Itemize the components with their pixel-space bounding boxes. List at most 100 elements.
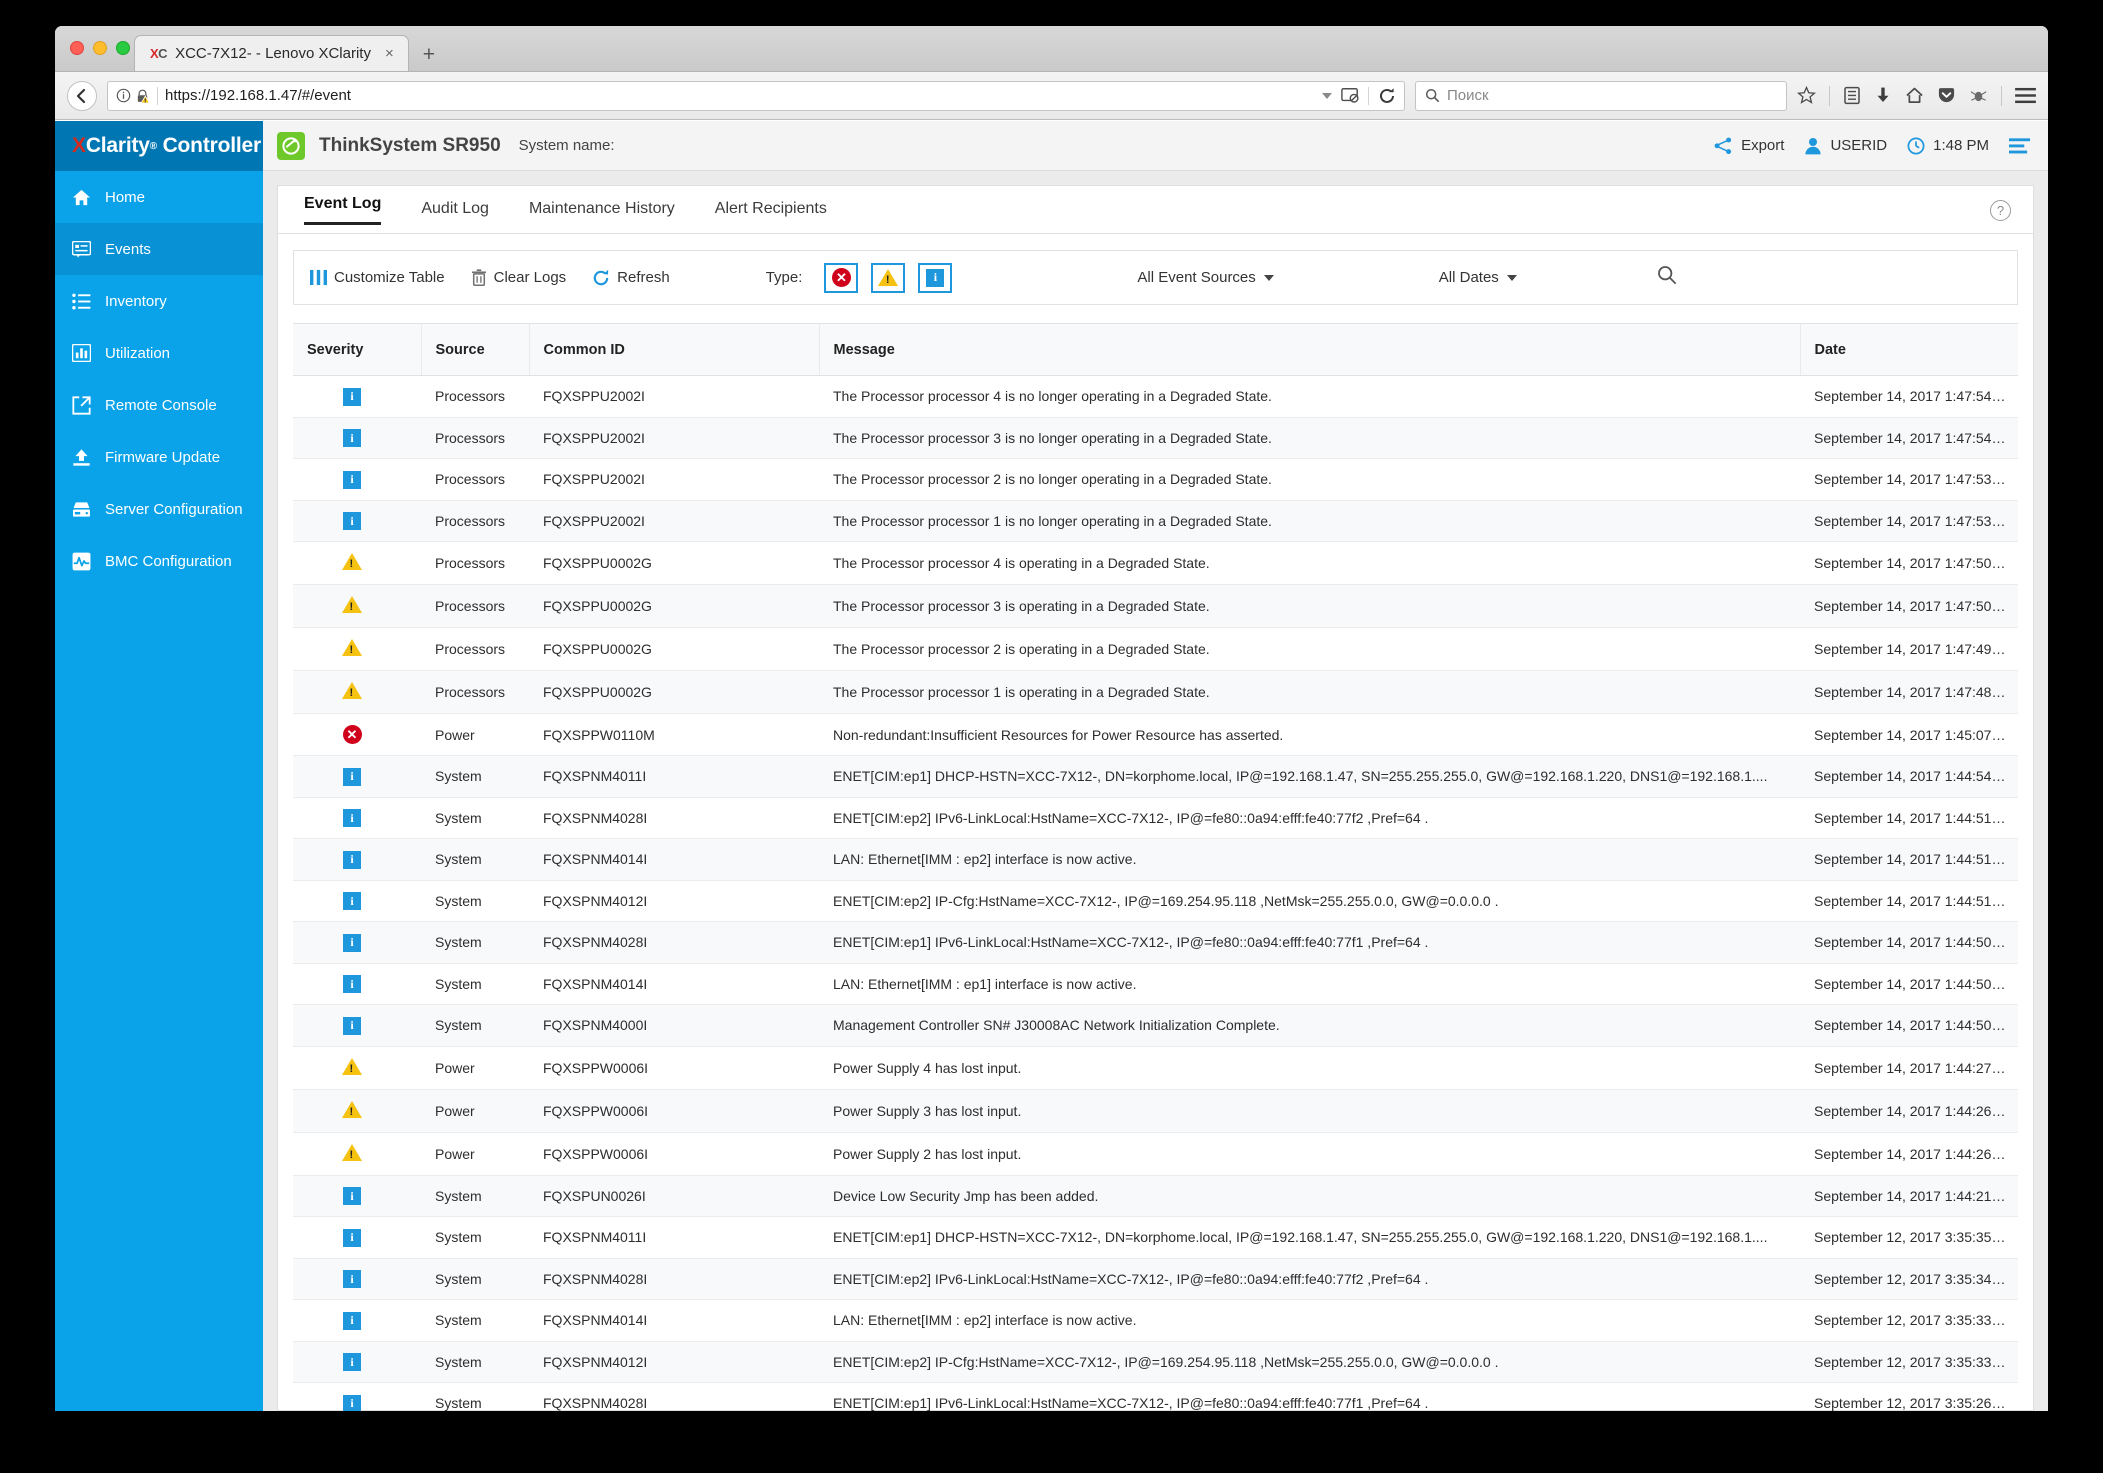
- site-identity[interactable]: [116, 88, 150, 104]
- cell-severity: i: [293, 458, 421, 501]
- tab-maintenance-history[interactable]: Maintenance History: [529, 200, 675, 220]
- table-row[interactable]: i System FQXSPNM4000I Management Controller…: [293, 1004, 2018, 1047]
- browser-search-field[interactable]: Поиск: [1415, 80, 1787, 111]
- table-row[interactable]: i System FQXSPNM4028I ENET[CIM:ep2] IPv6-Li…: [293, 1258, 2018, 1300]
- pocket-icon[interactable]: [1937, 86, 1956, 105]
- cell-source: Processors: [421, 584, 529, 628]
- table-row[interactable]: i Processors FQXSPPU2002I The Processor pro…: [293, 458, 2018, 501]
- browser-tab-title: XCC-7X12- - Lenovo XClarity: [175, 45, 371, 62]
- filter-info-button[interactable]: i: [918, 262, 953, 293]
- library-icon[interactable]: [1843, 86, 1861, 105]
- table-row[interactable]: i System FQXSPNM4014I LAN: Ethernet[IMM : e…: [293, 1299, 2018, 1342]
- table-row[interactable]: PowerFQXSPPW0006IPower Supply 3 has lost…: [293, 1089, 2018, 1133]
- event-sources-dropdown[interactable]: All Event Sources: [1137, 269, 1274, 286]
- table-row[interactable]: i Processors FQXSPPU2002I The Processor pro…: [293, 500, 2018, 542]
- filter-warning-button[interactable]: [871, 262, 906, 293]
- table-row[interactable]: i System FQXSPNM4012I ENET[CIM:ep2] IP-Cfg:…: [293, 880, 2018, 922]
- table-row[interactable]: i System FQXSPNM4011I ENET[CIM:ep1] DHCP-HS…: [293, 1216, 2018, 1259]
- download-icon[interactable]: [1874, 86, 1892, 105]
- cell-source: System: [421, 1216, 529, 1259]
- refresh-label: Refresh: [617, 269, 670, 286]
- column-header-source[interactable]: Source: [421, 323, 530, 376]
- sidebar-item-events[interactable]: Events: [55, 223, 263, 275]
- minimize-window-button[interactable]: [93, 41, 107, 55]
- clear-logs-button[interactable]: Clear Logs: [471, 269, 566, 286]
- debug-bug-icon[interactable]: [1969, 87, 1988, 104]
- cell-source: System: [421, 1258, 529, 1300]
- table-row[interactable]: i System FQXSPNM4028I ENET[CIM:ep1] IPv6-Li…: [293, 921, 2018, 964]
- column-header-message[interactable]: Message: [819, 323, 1801, 376]
- column-header-severity[interactable]: Severity: [293, 323, 422, 376]
- table-row[interactable]: ProcessorsFQXSPPU0002GThe Processor proc…: [293, 627, 2018, 671]
- info-icon: i: [343, 1228, 361, 1247]
- table-row[interactable]: i System FQXSPNM4014I LAN: Ethernet[IMM : e…: [293, 963, 2018, 1005]
- table-row[interactable]: ProcessorsFQXSPPU0002GThe Processor proc…: [293, 541, 2018, 585]
- table-row[interactable]: i System FQXSPNM4011I ENET[CIM:ep1] DHCP-HS…: [293, 755, 2018, 798]
- column-header-date[interactable]: Date: [1800, 323, 2018, 376]
- inventory-icon: [72, 292, 91, 311]
- customize-table-button[interactable]: Customize Table: [310, 269, 445, 286]
- help-icon[interactable]: ?: [1990, 200, 2011, 221]
- cell-message: The Processor processor 4 is no longer o…: [819, 375, 1800, 418]
- close-icon[interactable]: ×: [385, 45, 394, 62]
- sidebar-item-bmc-configuration[interactable]: BMC Configuration: [55, 535, 263, 587]
- tab-event-log[interactable]: Event Log: [304, 195, 382, 225]
- table-row[interactable]: i System FQXSPNM4012I ENET[CIM:ep2] IP-Cfg:…: [293, 1341, 2018, 1383]
- sidebar-item-inventory[interactable]: Inventory: [55, 275, 263, 327]
- cell-message: ENET[CIM:ep2] IP-Cfg:HstName=XCC-7X12-, …: [819, 880, 1800, 922]
- table-row[interactable]: i System FQXSPNM4028I ENET[CIM:ep2] IPv6-Li…: [293, 797, 2018, 839]
- tab-audit-log[interactable]: Audit Log: [421, 200, 489, 220]
- window-controls[interactable]: [70, 41, 130, 55]
- browser-search-placeholder: Поиск: [1447, 87, 1489, 104]
- user-menu[interactable]: USERID: [1804, 137, 1887, 155]
- table-row[interactable]: i System FQXSPUN0026I Device Low Security J…: [293, 1175, 2018, 1217]
- home-icon[interactable]: [1905, 86, 1924, 105]
- address-bar-actions[interactable]: [1322, 86, 1396, 105]
- error-icon: ✕: [342, 725, 362, 744]
- header-menu-button[interactable]: [2009, 137, 2030, 154]
- cell-message: Power Supply 2 has lost input.: [819, 1132, 1800, 1176]
- column-header-common-id[interactable]: Common ID: [529, 323, 820, 376]
- info-icon: [116, 88, 131, 103]
- tab-alert-recipients[interactable]: Alert Recipients: [715, 200, 827, 220]
- browser-tab[interactable]: XC XCC-7X12- - Lenovo XClarity ×: [134, 35, 409, 71]
- refresh-button[interactable]: Refresh: [592, 269, 670, 287]
- table-row[interactable]: ✕ Power FQXSPPW0110M Non-redundant:Insuffic…: [293, 713, 2018, 756]
- new-tab-button[interactable]: +: [423, 44, 435, 65]
- maximize-window-button[interactable]: [116, 41, 130, 55]
- sidebar-item-home[interactable]: Home: [55, 171, 263, 223]
- cell-date: September 14, 2017 1:44:50 PM: [1800, 1004, 2018, 1047]
- table-row[interactable]: i Processors FQXSPPU2002I The Processor pro…: [293, 375, 2018, 418]
- url-text[interactable]: https://192.168.1.47/#/event: [165, 87, 1315, 104]
- table-row[interactable]: ProcessorsFQXSPPU0002GThe Processor proc…: [293, 584, 2018, 628]
- table-toolbar: Customize Table Clear Logs Refresh Type:…: [293, 250, 2018, 305]
- table-row[interactable]: ProcessorsFQXSPPU0002GThe Processor proc…: [293, 670, 2018, 714]
- filter-error-button[interactable]: ✕: [824, 262, 859, 293]
- back-button[interactable]: [67, 80, 97, 111]
- sidebar-item-label: Home: [105, 188, 146, 206]
- table-search-button[interactable]: [1657, 265, 1677, 290]
- dates-dropdown[interactable]: All Dates: [1439, 269, 1517, 286]
- clock-display[interactable]: 1:48 PM: [1907, 137, 1989, 155]
- table-row[interactable]: PowerFQXSPPW0006IPower Supply 2 has lost…: [293, 1132, 2018, 1176]
- sidebar-item-firmware-update[interactable]: Firmware Update: [55, 431, 263, 483]
- table-row[interactable]: PowerFQXSPPW0006IPower Supply 4 has lost…: [293, 1046, 2018, 1090]
- export-button[interactable]: Export: [1714, 137, 1784, 155]
- hamburger-menu-icon[interactable]: [2015, 87, 2036, 104]
- bookmark-star-icon[interactable]: [1797, 86, 1816, 105]
- table-row[interactable]: i System FQXSPNM4028I ENET[CIM:ep1] IPv6-Li…: [293, 1382, 2018, 1411]
- close-window-button[interactable]: [70, 41, 84, 55]
- cell-date: September 14, 2017 1:47:49 PM: [1800, 627, 2018, 671]
- sidebar-item-utilization[interactable]: Utilization: [55, 327, 263, 379]
- cell-severity: i: [293, 1341, 421, 1383]
- table-row[interactable]: i System FQXSPNM4014I LAN: Ethernet[IMM : e…: [293, 838, 2018, 881]
- table-row[interactable]: i Processors FQXSPPU2002I The Processor pro…: [293, 417, 2018, 459]
- sidebar-item-server-configuration[interactable]: Server Configuration: [55, 483, 263, 535]
- export-label: Export: [1741, 137, 1785, 154]
- sidebar-item-remote-console[interactable]: Remote Console: [55, 379, 263, 431]
- cell-common-id: FQXSPNM4014I: [529, 1299, 819, 1342]
- cell-common-id: FQXSPNM4028I: [529, 1382, 819, 1411]
- chevron-down-icon[interactable]: [1322, 92, 1332, 99]
- cell-severity: [293, 1132, 421, 1176]
- address-bar[interactable]: https://192.168.1.47/#/event: [107, 80, 1405, 111]
